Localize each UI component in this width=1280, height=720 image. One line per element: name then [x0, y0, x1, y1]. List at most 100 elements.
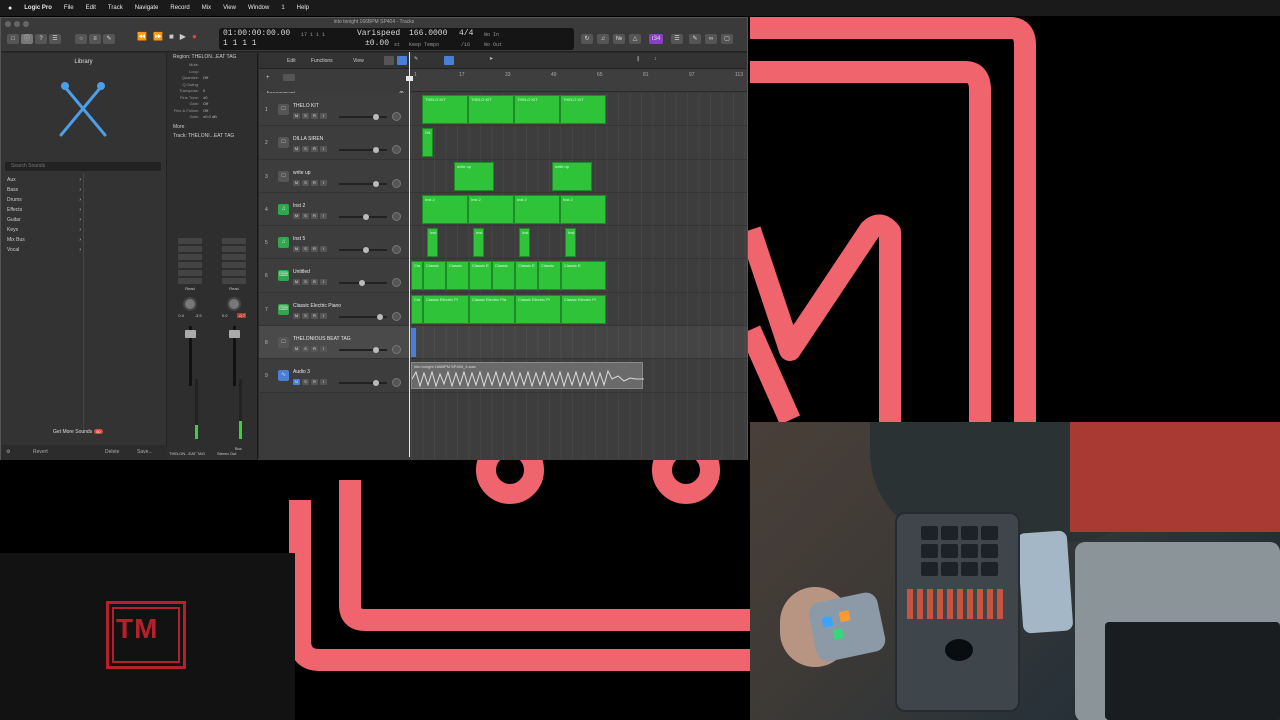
input-slot[interactable] — [222, 254, 246, 260]
get-more-sounds-button[interactable]: Get More Sounds 50 — [53, 429, 103, 435]
browsers-icon[interactable]: ▢ — [721, 34, 733, 44]
output-slot[interactable] — [178, 278, 202, 284]
solo-button[interactable]: S — [302, 146, 309, 153]
input-monitor-button[interactable]: I — [320, 346, 327, 353]
midi-region[interactable]: Inst — [427, 228, 438, 258]
solo-button[interactable]: S — [302, 379, 309, 386]
master-badge[interactable]: r34 — [649, 34, 663, 44]
fader-cap[interactable] — [184, 330, 196, 338]
midi-region[interactable]: Cla — [411, 294, 423, 324]
midi-region[interactable]: Inst — [565, 228, 576, 258]
mute-button[interactable]: M — [293, 146, 300, 153]
midi-region[interactable]: Inst — [519, 228, 530, 258]
notepad-icon[interactable]: ✎ — [689, 34, 701, 44]
track-header[interactable]: 9 ∿ Audio 3 MSRI — [259, 359, 411, 393]
input-monitor-button[interactable]: I — [320, 312, 327, 319]
input-monitor-button[interactable]: I — [320, 212, 327, 219]
flex-icon[interactable] — [397, 56, 407, 65]
snap-icon[interactable] — [444, 56, 454, 65]
menu-app-name[interactable]: Logic Pro — [24, 5, 52, 11]
pan-knob[interactable] — [227, 297, 241, 311]
menu-track[interactable]: Track — [108, 5, 123, 11]
track-pan-knob[interactable] — [392, 112, 401, 121]
library-category[interactable]: Keys › — [7, 225, 81, 235]
solo-button[interactable]: S — [302, 346, 309, 353]
track-volume-slider[interactable] — [339, 313, 387, 320]
sends-slot[interactable] — [222, 270, 246, 276]
mute-button[interactable]: M — [293, 212, 300, 219]
play-icon[interactable]: ▶ — [180, 32, 186, 41]
track-header[interactable]: 5 ♫ Inst 5 MSRI — [259, 226, 411, 260]
slider-thumb[interactable] — [373, 347, 379, 354]
waveform-zoom-icon[interactable]: ∥ — [637, 56, 640, 62]
track-name[interactable]: Inst 5 — [293, 236, 305, 242]
track-volume-slider[interactable] — [339, 114, 387, 120]
midi-region[interactable]: Classic E — [515, 261, 538, 291]
record-enable-button[interactable]: R — [311, 346, 318, 353]
audio-region[interactable]: into tonight 166BPM SP404_4.wav — [411, 362, 644, 390]
mute-button[interactable]: M — [293, 113, 300, 119]
record-enable-button[interactable]: R — [311, 212, 318, 219]
track-pan-knob[interactable] — [392, 211, 401, 221]
volume-fader[interactable] — [228, 326, 240, 386]
delete-button[interactable]: Delete — [105, 449, 119, 455]
track-volume-slider[interactable] — [339, 347, 387, 354]
eq-slot[interactable] — [222, 246, 246, 252]
smart-controls-icon[interactable]: ○ — [75, 34, 87, 44]
gear-icon[interactable]: ⚙ — [6, 449, 10, 455]
track-name[interactable]: THELO KIT — [293, 103, 319, 109]
mute-button[interactable]: M — [293, 312, 300, 319]
track-name[interactable]: Audio 3 — [293, 369, 310, 375]
track-name[interactable]: Inst 2 — [293, 203, 305, 209]
input-slot[interactable] — [178, 254, 202, 260]
track-name[interactable]: DILLA SIREN — [293, 136, 323, 142]
fader-cap[interactable] — [228, 330, 240, 338]
record-icon[interactable]: ● — [192, 32, 197, 41]
menu-file[interactable]: File — [64, 5, 74, 11]
midi-region[interactable]: Classic — [423, 261, 446, 291]
output-slot[interactable] — [222, 278, 246, 284]
slider-thumb[interactable] — [373, 147, 379, 154]
slider-thumb[interactable] — [359, 280, 365, 287]
menu-window[interactable]: Window — [248, 5, 269, 11]
track-pan-knob[interactable] — [392, 378, 401, 388]
more-header[interactable]: More — [167, 123, 257, 132]
lcd-display[interactable]: 01:00:00:00.00 1 1 1 1 17 1 1 1 Varispee… — [219, 28, 574, 50]
solo-button[interactable]: S — [302, 113, 309, 119]
slider-thumb[interactable] — [377, 313, 383, 320]
input-monitor-button[interactable]: I — [320, 179, 327, 186]
slider-thumb[interactable] — [373, 180, 379, 187]
midi-region[interactable]: write up — [552, 161, 592, 191]
catch-icon[interactable] — [384, 56, 394, 65]
mute-button[interactable]: M — [293, 246, 300, 253]
solo-button[interactable]: S — [302, 246, 309, 253]
midi-region[interactable]: Classic Electric Pi — [561, 294, 606, 324]
sends-slot[interactable] — [178, 270, 202, 276]
input-monitor-button[interactable]: I — [320, 146, 327, 153]
pointer-tool-icon[interactable]: ➤ — [489, 56, 493, 62]
menu-1[interactable]: 1 — [281, 5, 284, 11]
track-volume-slider[interactable] — [339, 247, 387, 254]
midi-region[interactable]: write up — [454, 161, 494, 191]
library-category[interactable]: Guitar › — [7, 215, 81, 225]
setting-slot[interactable] — [178, 238, 202, 244]
track-header-selected[interactable]: 8 □ THELONIOUS BEAT TAG M S R I — [259, 326, 411, 360]
automation-read-label[interactable]: Read — [217, 286, 251, 291]
slider-thumb[interactable] — [363, 213, 369, 220]
mute-button[interactable]: M — [293, 279, 300, 286]
library-category[interactable]: Effects › — [7, 205, 81, 215]
automation-read-label[interactable]: Read — [173, 286, 207, 291]
track-header[interactable]: 4 ♫ Inst 2 MSRI — [259, 192, 411, 227]
track-volume-slider[interactable] — [339, 280, 387, 287]
track-header[interactable]: 2 □ DILLA SIREN M S R I — [259, 126, 411, 160]
setting-slot[interactable] — [222, 238, 246, 244]
quick-help-icon[interactable]: ? — [35, 34, 47, 44]
region-inspector-header[interactable]: Region: THELON...EAT TAG — [167, 53, 257, 62]
rewind-icon[interactable]: ⏪ — [137, 32, 147, 41]
midi-region[interactable]: Inst 2 — [560, 194, 606, 224]
track-volume-slider[interactable] — [339, 147, 387, 154]
track-inspector-header[interactable]: Track: THELONI...EAT TAG — [167, 132, 257, 141]
editors-icon[interactable]: ✎ — [103, 34, 115, 44]
pencil-tool-icon[interactable]: ✎ — [414, 56, 418, 62]
menu-edit[interactable]: Edit — [86, 5, 96, 11]
